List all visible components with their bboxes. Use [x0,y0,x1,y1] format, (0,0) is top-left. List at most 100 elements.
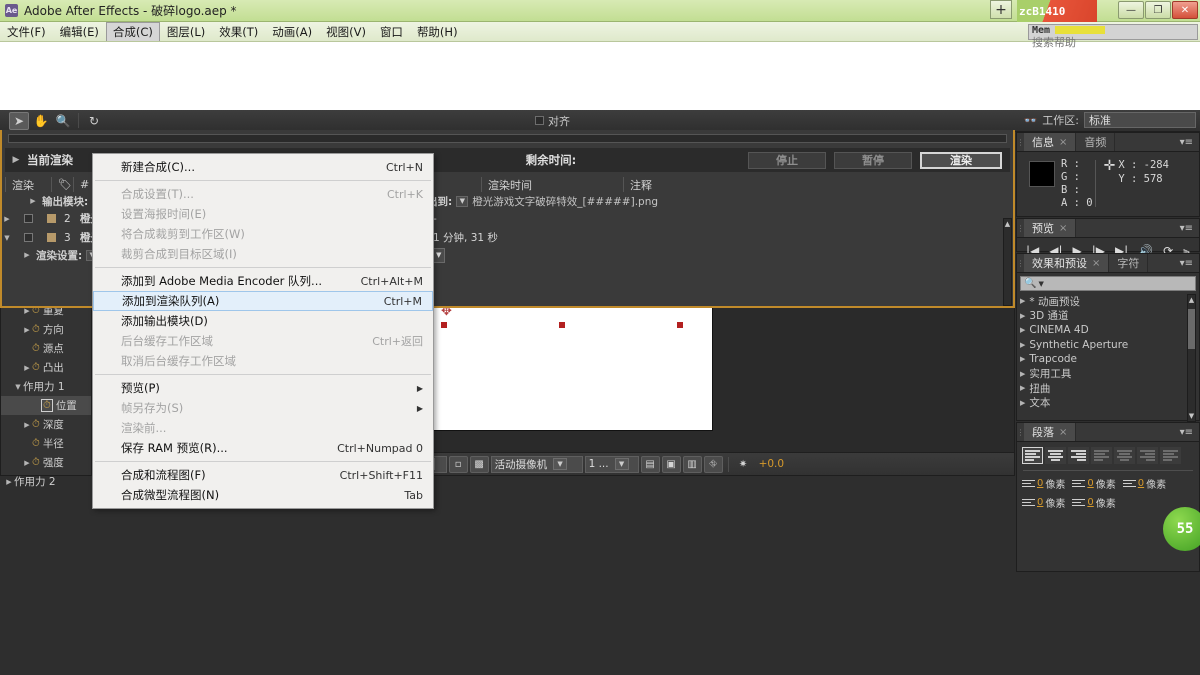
expand-triangle-icon[interactable]: ▶ [11,155,21,165]
column-header[interactable]: 渲染时间 [481,177,623,192]
property-row[interactable]: ▶ ⏱ 强度 [1,453,91,472]
space-after-field[interactable]: 0 像素 [1072,495,1116,510]
transparency-grid-icon[interactable]: ▩ [469,455,489,473]
selection-tool-icon[interactable]: ➤ [9,111,29,130]
property-row[interactable]: ▼ 作用力 1 [1,377,91,396]
tab-info[interactable]: 信息 × [1024,133,1077,151]
hand-tool-icon[interactable]: ✋ [31,112,51,130]
pause-button[interactable]: 暂停 [834,151,912,169]
scroll-down-icon[interactable]: ▼ [1188,411,1195,421]
property-row[interactable]: ⏱ 半径 [1,434,91,453]
add-tab-button[interactable]: + [990,0,1012,19]
column-header[interactable]: 注释 [623,177,823,192]
align-center-button[interactable] [1045,447,1066,464]
info-panel-menu-icon[interactable]: ▾≡ [1174,133,1199,151]
effect-category-row[interactable]: ▶ Trapcode [1020,352,1196,367]
stopwatch-icon[interactable]: ⏱ [32,343,40,354]
property-row[interactable]: ⏱ 位置 [1,396,91,415]
triangle-closed-icon[interactable]: ▶ [22,326,32,334]
align-toggle[interactable]: 对齐 [535,113,570,129]
close-icon[interactable]: × [1059,137,1067,148]
triangle-closed-icon[interactable]: ▶ [4,478,14,486]
label-color-icon[interactable] [47,214,56,223]
menu-0[interactable]: 文件(F) [0,22,53,42]
column-header[interactable]: # [73,177,93,192]
indent-value[interactable]: 0 [1087,497,1093,508]
expand-triangle-icon[interactable]: ▼ [2,234,12,242]
menu-item-14[interactable]: 合成和流程图(F) Ctrl+Shift+F11 [93,465,433,485]
triangle-closed-icon[interactable]: ▶ [22,459,32,467]
property-row[interactable]: ▶ 作用力 2 [1,472,91,491]
property-row[interactable]: ▶ ⏱ 深度 [1,415,91,434]
expand-triangle-icon[interactable]: ▶ [2,215,12,223]
tab-paragraph[interactable]: 段落 × [1024,423,1077,441]
render-checkbox[interactable] [24,233,33,242]
justify-all-button[interactable] [1160,447,1181,464]
close-button[interactable]: ✕ [1172,1,1198,19]
workspace-select[interactable]: 标准 [1084,112,1196,128]
menu-4[interactable]: 效果(T) [212,22,265,42]
render-queue-scrollbar[interactable]: ▲ [1003,218,1012,306]
effects-panel-menu-icon[interactable]: ▾≡ [1174,254,1199,272]
tab-preview[interactable]: 预览 × [1024,219,1077,237]
menu-8[interactable]: 帮助(H) [410,22,465,42]
fast-preview-icon[interactable]: ▣ [661,455,681,473]
selection-handle[interactable] [440,321,448,329]
menu-item-6[interactable]: 添加到渲染队列(A) Ctrl+M [93,291,433,311]
stopwatch-icon[interactable]: ⏱ [32,324,40,335]
stopwatch-icon[interactable]: ⏱ [32,419,40,430]
triangle-closed-icon[interactable]: ▶ [22,421,32,429]
tab-audio[interactable]: 音频 [1076,133,1116,151]
triangle-closed-icon[interactable]: ▶ [1020,370,1025,378]
maximize-button[interactable]: ❐ [1145,1,1171,19]
indent-left-field[interactable]: 0 像素 [1022,476,1065,491]
justify-last-center-button[interactable] [1114,447,1135,464]
rotation-tool-icon[interactable]: ↻ [84,112,104,130]
views-select[interactable]: 1 ... ▼ [584,455,639,473]
close-icon[interactable]: × [1059,223,1067,234]
triangle-closed-icon[interactable]: ▶ [1020,326,1025,334]
menu-item-5[interactable]: 添加到 Adobe Media Encoder 队列... Ctrl+Alt+M [93,271,433,291]
column-header[interactable]: 渲染 [5,177,51,192]
timeline-icon[interactable]: ▥ [682,455,702,473]
triangle-closed-icon[interactable]: ▶ [1020,384,1025,392]
stopwatch-icon[interactable]: ⏱ [41,399,53,412]
flowchart-icon[interactable]: ⛗ [703,455,723,473]
scrollbar-thumb[interactable] [1188,309,1195,349]
menu-2[interactable]: 合成(C) [105,22,160,41]
menu-item-7[interactable]: 添加输出模块(D) [93,311,433,331]
effects-search-input[interactable]: 🔍 ▼ [1020,276,1196,291]
menu-item-15[interactable]: 合成微型流程图(N) Tab [93,485,433,505]
camera-select[interactable]: 活动摄像机 ▼ [490,455,583,473]
exposure-icon[interactable]: ✷ [734,456,753,473]
menu-item-0[interactable]: 新建合成(C)... Ctrl+N [93,157,433,177]
scroll-up-icon[interactable]: ▲ [1188,295,1195,305]
effects-scrollbar[interactable]: ▲ ▼ [1187,294,1196,422]
property-row[interactable]: ⏱ 源点 [1,339,91,358]
menu-item-10[interactable]: 预览(P) ▶ [93,378,433,398]
align-right-button[interactable] [1068,447,1089,464]
chevron-down-icon[interactable]: ▼ [553,458,568,470]
effect-category-row[interactable]: ▶ Synthetic Aperture [1020,338,1196,353]
stop-button[interactable]: 停止 [748,151,826,169]
menu-3[interactable]: 图层(L) [160,22,212,42]
effect-category-row[interactable]: ▶ CINEMA 4D [1020,323,1196,338]
zoom-tool-icon[interactable]: 🔍 [53,112,73,130]
stopwatch-icon[interactable]: ⏱ [32,362,40,373]
chevron-down-icon[interactable]: ▼ [614,458,629,470]
scroll-up-icon[interactable]: ▲ [1004,219,1011,229]
menu-item-13[interactable]: 保存 RAM 预览(R)... Ctrl+Numpad 0 [93,438,433,458]
triangle-closed-icon[interactable]: ▶ [1020,399,1025,407]
render-button[interactable]: 渲染 [920,151,1002,169]
property-row[interactable]: ▶ ⏱ 凸出 [1,358,91,377]
selection-handle[interactable] [558,321,566,329]
effects-list[interactable]: ▶ * 动画预设 ▶ 3D 通道 ▶ CINEMA 4D ▶ Synthetic Apertu… [1020,294,1196,422]
search-dropdown-icon[interactable]: ▼ [1038,280,1043,288]
property-row[interactable]: ▶ ⏱ 方向 [1,320,91,339]
close-icon[interactable]: × [1059,427,1067,438]
triangle-closed-icon[interactable]: ▶ [1020,341,1025,349]
expand-triangle-icon[interactable]: ▶ [28,197,38,205]
label-color-icon[interactable] [47,233,56,242]
effect-category-row[interactable]: ▶ * 动画预设 [1020,294,1196,309]
paragraph-panel-menu-icon[interactable]: ▾≡ [1174,423,1199,441]
